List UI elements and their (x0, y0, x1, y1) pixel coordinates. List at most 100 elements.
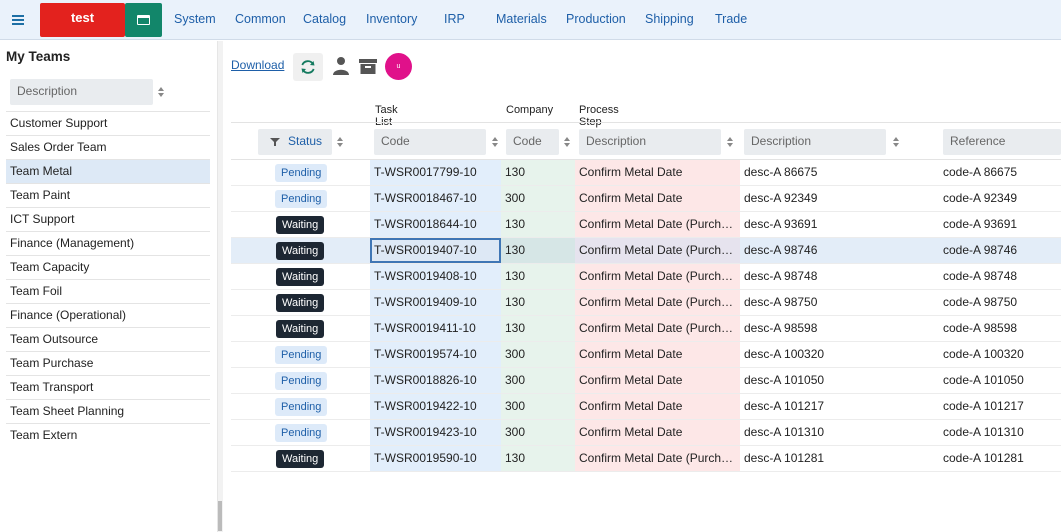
description-cell[interactable]: desc-A 98598 (740, 316, 940, 341)
description-cell[interactable]: desc-A 101281 (740, 446, 940, 471)
reference-cell[interactable]: code-A 98748 (939, 264, 1061, 289)
table-row[interactable]: Pending T-WSR0019574-10 300 Confirm Metal D… (231, 342, 1061, 368)
table-row[interactable]: Waiting T-WSR0019411-10 130 Confirm Metal D… (231, 316, 1061, 342)
task-code-cell[interactable]: T-WSR0018826-10 (370, 368, 501, 393)
reference-cell[interactable]: code-A 98598 (939, 316, 1061, 341)
process-step-cell[interactable]: Confirm Metal Date (575, 394, 740, 419)
reference-cell[interactable]: code-A 101281 (939, 446, 1061, 471)
reference-cell[interactable]: code-A 93691 (939, 212, 1061, 237)
process-step-cell[interactable]: Confirm Metal Date (575, 160, 740, 185)
nav-item-trade[interactable]: Trade (715, 0, 755, 40)
table-row[interactable]: Waiting T-WSR0019408-10 130 Confirm Metal D… (231, 264, 1061, 290)
reference-cell[interactable]: code-A 101310 (939, 420, 1061, 445)
sort-icon[interactable] (727, 137, 733, 147)
archive-icon[interactable] (359, 56, 377, 76)
company-code-cell[interactable]: 300 (501, 342, 575, 367)
company-code-cell[interactable]: 130 (501, 264, 575, 289)
process-step-cell[interactable]: Confirm Metal Date (Purchase) (575, 446, 740, 471)
nav-item-production[interactable]: Production (566, 0, 645, 40)
sidebar-scrollbar[interactable] (218, 41, 223, 532)
company-code-cell[interactable]: 130 (501, 238, 575, 263)
sort-icon[interactable] (564, 137, 570, 147)
company-code-cell[interactable]: 130 (501, 160, 575, 185)
sort-icon[interactable] (337, 137, 343, 147)
sort-icon[interactable] (158, 87, 164, 97)
sidebar-item-team-metal[interactable]: Team Metal (6, 159, 210, 183)
status-filter[interactable]: Status (258, 129, 332, 155)
nav-item-common[interactable]: Common (235, 0, 303, 40)
nav-item-irp[interactable]: IRP (444, 0, 496, 40)
description-cell[interactable]: desc-A 101217 (740, 394, 940, 419)
reference-cell[interactable]: code-A 100320 (939, 342, 1061, 367)
description-cell[interactable]: desc-A 92349 (740, 186, 940, 211)
sidebar-item-team-extern[interactable]: Team Extern (6, 423, 210, 447)
reference-cell[interactable]: code-A 86675 (939, 160, 1061, 185)
process-step-cell[interactable]: Confirm Metal Date (Purchase) (575, 316, 740, 341)
company-code-cell[interactable]: 300 (501, 368, 575, 393)
nav-item-materials[interactable]: Materials (496, 0, 566, 40)
description-cell[interactable]: desc-A 93691 (740, 212, 940, 237)
company-code-cell[interactable]: 300 (501, 394, 575, 419)
reference-cell[interactable]: code-A 101217 (939, 394, 1061, 419)
process-step-cell[interactable]: Confirm Metal Date (Purchase) (575, 290, 740, 315)
description-cell[interactable]: desc-A 98750 (740, 290, 940, 315)
task-code-cell[interactable]: T-WSR0019411-10 (370, 316, 501, 341)
nav-item-inventory[interactable]: Inventory (366, 0, 444, 40)
reference-cell[interactable]: code-A 101050 (939, 368, 1061, 393)
table-row[interactable]: Pending T-WSR0018467-10 300 Confirm Metal D… (231, 186, 1061, 212)
sidebar-item-ict-support[interactable]: ICT Support (6, 207, 210, 231)
reference-cell[interactable]: code-A 98746 (939, 238, 1061, 263)
task-code-cell[interactable]: T-WSR0019590-10 (370, 446, 501, 471)
sidebar-item-finance-operational[interactable]: Finance (Operational) (6, 303, 210, 327)
task-code-cell[interactable]: T-WSR0019407-10 (370, 238, 501, 263)
process-step-cell[interactable]: Confirm Metal Date (575, 368, 740, 393)
reference-filter[interactable]: Reference (943, 129, 1061, 155)
nav-item-system[interactable]: System (174, 0, 235, 40)
table-row[interactable]: Waiting T-WSR0019590-10 130 Confirm Metal D… (231, 446, 1061, 472)
reference-cell[interactable]: code-A 98750 (939, 290, 1061, 315)
company-code-cell[interactable]: 300 (501, 186, 575, 211)
table-row[interactable]: Pending T-WSR0018826-10 300 Confirm Metal D… (231, 368, 1061, 394)
task-code-filter[interactable]: Code (374, 129, 486, 155)
nav-item-shipping[interactable]: Shipping (645, 0, 715, 40)
sidebar-item-team-sheet-planning[interactable]: Team Sheet Planning (6, 399, 210, 423)
task-code-cell[interactable]: T-WSR0018467-10 (370, 186, 501, 211)
table-row[interactable]: Pending T-WSR0019423-10 300 Confirm Metal D… (231, 420, 1061, 446)
calendar-app-button[interactable] (125, 3, 162, 37)
company-code-cell[interactable]: 130 (501, 316, 575, 341)
refresh-button[interactable] (293, 53, 323, 81)
company-code-cell[interactable]: 130 (501, 446, 575, 471)
sidebar-item-finance-management[interactable]: Finance (Management) (6, 231, 210, 255)
company-code-cell[interactable]: 130 (501, 290, 575, 315)
table-row[interactable]: Waiting T-WSR0019409-10 130 Confirm Metal D… (231, 290, 1061, 316)
sidebar-item-team-purchase[interactable]: Team Purchase (6, 351, 210, 375)
description-cell[interactable]: desc-A 101050 (740, 368, 940, 393)
table-row[interactable]: Waiting T-WSR0018644-10 130 Confirm Metal D… (231, 212, 1061, 238)
process-step-cell[interactable]: Confirm Metal Date (575, 186, 740, 211)
task-code-cell[interactable]: T-WSR0019422-10 (370, 394, 501, 419)
person-icon[interactable] (332, 56, 350, 76)
description-cell[interactable]: desc-A 100320 (740, 342, 940, 367)
table-row[interactable]: Pending T-WSR0019422-10 300 Confirm Metal D… (231, 394, 1061, 420)
sidebar-item-team-outsource[interactable]: Team Outsource (6, 327, 210, 351)
task-code-cell[interactable]: T-WSR0019408-10 (370, 264, 501, 289)
sidebar-item-team-transport[interactable]: Team Transport (6, 375, 210, 399)
task-code-cell[interactable]: T-WSR0019423-10 (370, 420, 501, 445)
nav-item-catalog[interactable]: Catalog (303, 0, 366, 40)
process-step-description-filter[interactable]: Description (579, 129, 721, 155)
process-step-cell[interactable]: Confirm Metal Date (Purchase) (575, 212, 740, 237)
sidebar-item-team-foil[interactable]: Team Foil (6, 279, 210, 303)
sort-icon[interactable] (492, 137, 498, 147)
sidebar-item-team-capacity[interactable]: Team Capacity (6, 255, 210, 279)
reference-cell[interactable]: code-A 92349 (939, 186, 1061, 211)
brand-button[interactable]: test (40, 3, 125, 37)
description-filter[interactable]: Description (744, 129, 886, 155)
sidebar-item-customer-support[interactable]: Customer Support (6, 111, 210, 135)
description-cell[interactable]: desc-A 98748 (740, 264, 940, 289)
description-cell[interactable]: desc-A 101310 (740, 420, 940, 445)
company-code-cell[interactable]: 130 (501, 212, 575, 237)
task-code-cell[interactable]: T-WSR0018644-10 (370, 212, 501, 237)
description-cell[interactable]: desc-A 86675 (740, 160, 940, 185)
hamburger-menu-icon[interactable] (8, 10, 28, 30)
sidebar-item-sales-order-team[interactable]: Sales Order Team (6, 135, 210, 159)
